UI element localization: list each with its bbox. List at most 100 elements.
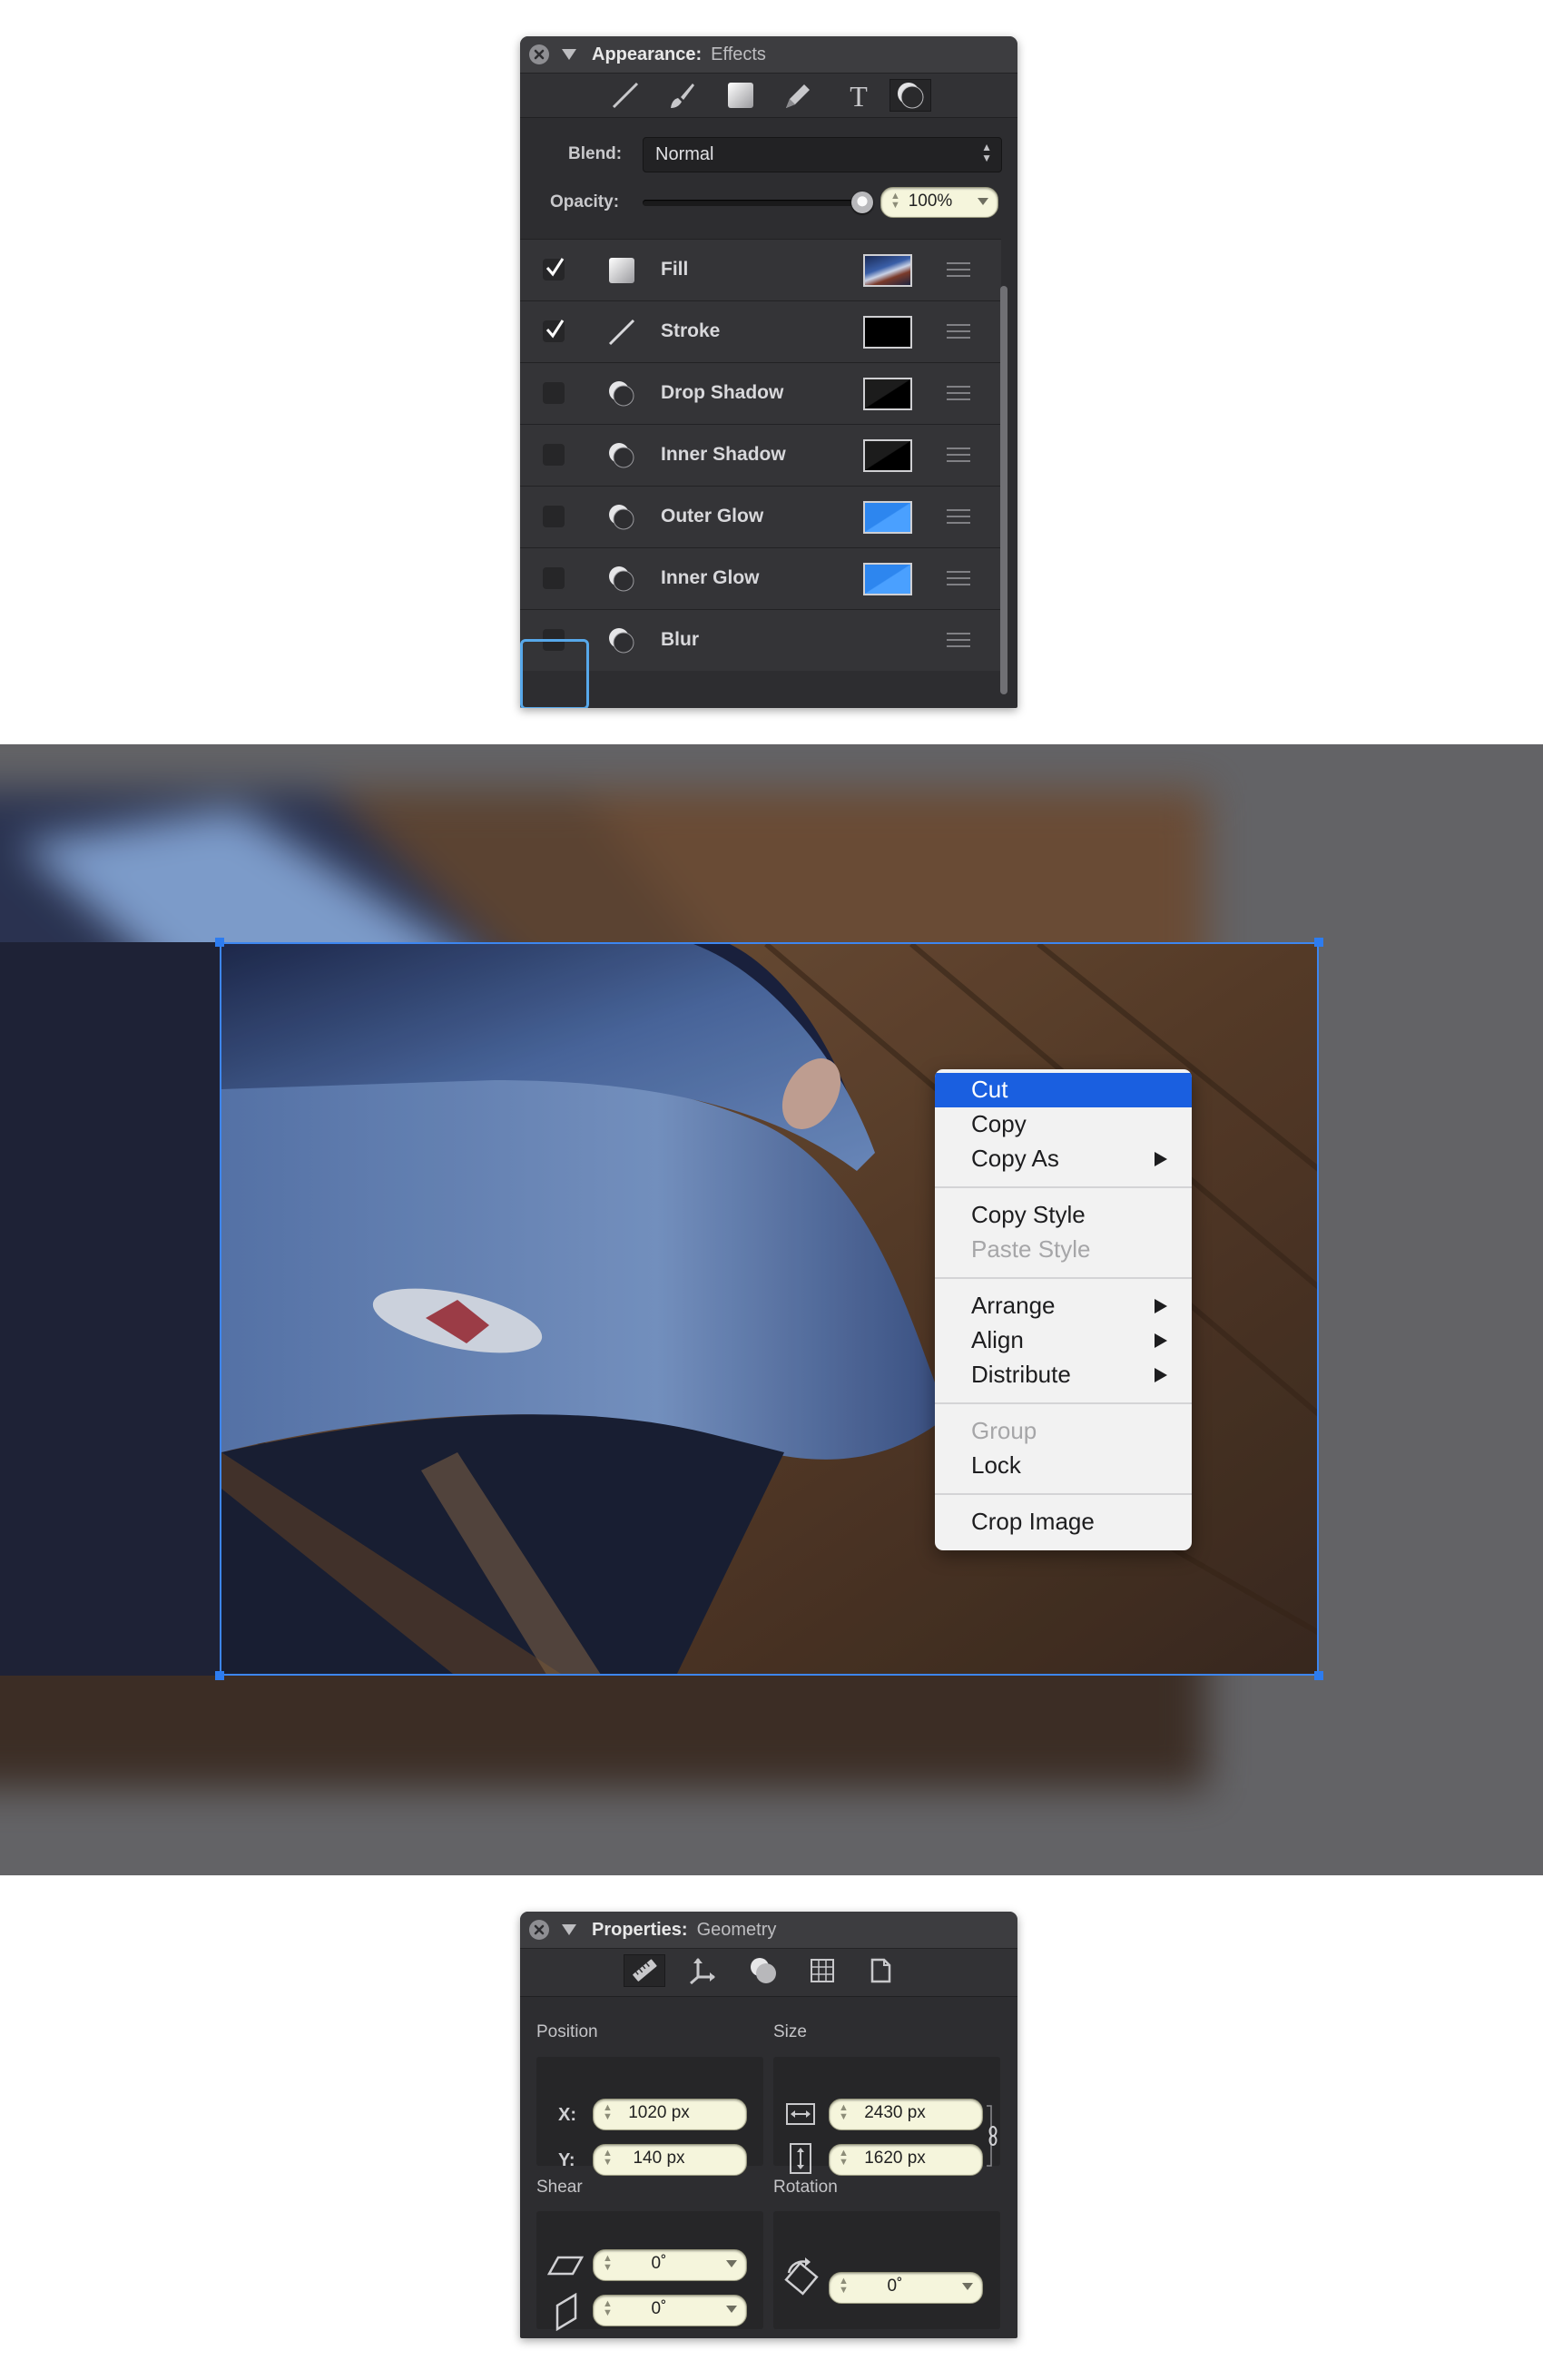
shear-vertical-value: 0˚ [651, 2299, 667, 2318]
menu-item-arrange[interactable]: Arrange [935, 1289, 1192, 1323]
close-icon[interactable] [529, 1920, 549, 1940]
stroke-line-icon [607, 318, 636, 347]
height-value: 1620 px [864, 2149, 926, 2168]
effect-name: Inner Glow [661, 567, 760, 588]
appearance-titlebar[interactable]: Appearance: Effects [520, 36, 1017, 74]
width-field[interactable]: ▲ ▼ 2430 px [829, 2099, 983, 2130]
drag-handle-icon[interactable] [947, 324, 970, 339]
shear-vertical-field[interactable]: ▲ ▼ 0˚ [593, 2295, 747, 2326]
anchor-icon[interactable] [682, 1954, 723, 1987]
effect-row-blur[interactable]: Blur [520, 609, 1001, 671]
grid-icon[interactable] [801, 1954, 843, 1987]
checkbox[interactable] [543, 506, 565, 527]
shapes-icon[interactable] [742, 1954, 784, 1987]
menu-item-crop-image[interactable]: Crop Image [935, 1505, 1192, 1539]
submenu-arrow-icon [1155, 1299, 1167, 1313]
close-icon[interactable] [529, 44, 549, 64]
menu-item-copy[interactable]: Copy [935, 1107, 1192, 1142]
menu-item-lock[interactable]: Lock [935, 1449, 1192, 1483]
color-swatch[interactable] [863, 563, 912, 595]
effect-name: Drop Shadow [661, 382, 784, 403]
dropdown-arrow-icon[interactable] [726, 2260, 737, 2267]
shear-horizontal-value: 0˚ [651, 2254, 667, 2273]
menu-item-cut[interactable]: Cut [935, 1073, 1192, 1107]
menu-item-copy-as[interactable]: Copy As [935, 1142, 1192, 1176]
height-field[interactable]: ▲ ▼ 1620 px [829, 2144, 983, 2176]
scrollbar[interactable] [1000, 286, 1007, 694]
dropdown-arrow-icon[interactable] [978, 198, 988, 205]
effect-row-drop-shadow[interactable]: Drop Shadow [520, 362, 1001, 424]
checkbox[interactable] [543, 320, 565, 342]
resize-handle-top-right[interactable] [1314, 938, 1323, 947]
menu-item-copy-style[interactable]: Copy Style [935, 1198, 1192, 1233]
drag-handle-icon[interactable] [947, 262, 970, 277]
x-value: 1020 px [628, 2103, 690, 2122]
document-icon[interactable] [860, 1954, 901, 1987]
drag-handle-icon[interactable] [947, 571, 970, 585]
dropdown-arrow-icon[interactable] [726, 2306, 737, 2313]
ruler-icon[interactable] [624, 1954, 665, 1987]
shear-label: Shear [536, 2178, 583, 2197]
x-label: X: [558, 2105, 576, 2125]
text-tool-icon[interactable]: T [838, 79, 880, 112]
rotation-icon [783, 2257, 823, 2301]
effect-row-stroke[interactable]: Stroke [520, 300, 1001, 362]
dropdown-arrow-icon[interactable] [962, 2283, 973, 2290]
fill-swatch-icon [607, 256, 636, 285]
submenu-arrow-icon [1155, 1152, 1167, 1166]
disclosure-triangle-icon[interactable] [562, 49, 576, 60]
submenu-arrow-icon [1155, 1333, 1167, 1348]
canvas[interactable] [0, 744, 1543, 1875]
x-field[interactable]: ▲ ▼ 1020 px [593, 2099, 747, 2130]
properties-toolbar [520, 1949, 1017, 1997]
opacity-slider-track[interactable] [643, 200, 870, 206]
y-field[interactable]: ▲ ▼ 140 px [593, 2144, 747, 2176]
menu-separator [935, 1493, 1192, 1495]
effect-row-outer-glow[interactable]: Outer Glow [520, 486, 1001, 547]
color-swatch[interactable] [863, 378, 912, 410]
drag-handle-icon[interactable] [947, 447, 970, 462]
disclosure-triangle-icon[interactable] [562, 1924, 576, 1935]
color-swatch[interactable] [863, 316, 912, 349]
effects-tool-icon[interactable] [889, 79, 931, 112]
updown-arrows-icon: ▲ ▼ [981, 141, 992, 164]
submenu-arrow-icon [1155, 1368, 1167, 1382]
brush-tool-icon[interactable] [661, 79, 703, 112]
image-swatch[interactable] [863, 254, 912, 287]
effect-name: Stroke [661, 320, 721, 341]
checkbox[interactable] [543, 258, 565, 280]
color-swatch[interactable] [863, 439, 912, 472]
shadow-circle-icon [607, 379, 636, 408]
effect-name: Fill [661, 259, 689, 280]
blend-select[interactable]: Normal ▲ ▼ [643, 137, 1002, 172]
effect-row-inner-shadow[interactable]: Inner Shadow [520, 424, 1001, 486]
rotation-field[interactable]: ▲ ▼ 0˚ [829, 2272, 983, 2304]
resize-handle-bottom-left[interactable] [215, 1671, 224, 1680]
menu-item-align[interactable]: Align [935, 1323, 1192, 1358]
checkbox[interactable] [543, 567, 565, 589]
shadow-region [0, 942, 220, 1676]
effect-row-inner-glow[interactable]: Inner Glow [520, 547, 1001, 609]
fill-tool-icon[interactable] [720, 79, 762, 112]
height-icon [790, 2143, 811, 2178]
pen-tool-icon[interactable] [778, 79, 820, 112]
shear-horizontal-field[interactable]: ▲ ▼ 0˚ [593, 2249, 747, 2281]
resize-handle-bottom-right[interactable] [1314, 1671, 1323, 1680]
drag-handle-icon[interactable] [947, 386, 970, 400]
link-chain-icon[interactable] [986, 2102, 998, 2174]
effect-row-fill[interactable]: Fill [520, 239, 1001, 300]
color-swatch[interactable] [863, 501, 912, 534]
resize-handle-top-left[interactable] [215, 938, 224, 947]
checkbox[interactable] [543, 382, 565, 404]
drag-handle-icon[interactable] [947, 633, 970, 647]
properties-titlebar[interactable]: Properties: Geometry [520, 1912, 1017, 1949]
checkbox[interactable] [543, 444, 565, 466]
add-effect-button[interactable]: + [545, 707, 561, 708]
shear-vertical-icon [555, 2292, 580, 2336]
menu-item-distribute[interactable]: Distribute [935, 1358, 1192, 1392]
opacity-slider-knob[interactable] [851, 192, 873, 213]
line-tool-icon[interactable] [604, 79, 646, 112]
opacity-field[interactable]: ▲ ▼ 100% [880, 187, 998, 218]
appearance-toolbar: T [520, 74, 1017, 118]
drag-handle-icon[interactable] [947, 509, 970, 524]
